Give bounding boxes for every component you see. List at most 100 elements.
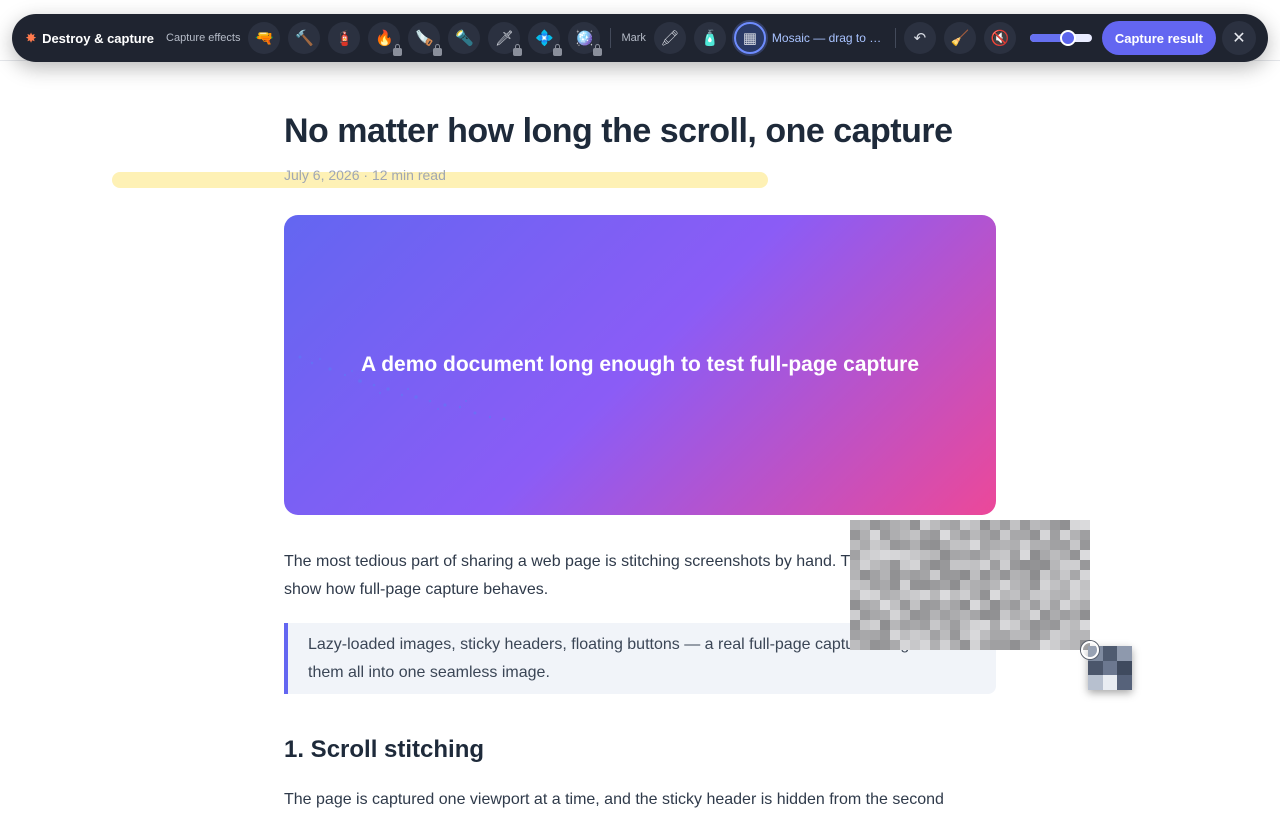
mosaic-cell [850, 600, 860, 610]
mosaic-cell [1060, 530, 1070, 540]
mosaic-cell [930, 610, 940, 620]
mosaic-cell [900, 520, 910, 530]
broom-button[interactable]: 🧹 [943, 22, 976, 54]
mosaic-cell [1030, 580, 1040, 590]
mosaic-cell [1070, 530, 1080, 540]
mosaic-cell [1010, 630, 1020, 640]
flamethrower-tool-button[interactable]: 🔥 [368, 22, 403, 56]
chainsaw-tool-button[interactable]: 🪚 [408, 22, 443, 56]
mosaic-cell [970, 570, 980, 580]
mosaic-cell [1070, 610, 1080, 620]
mosaic-cell [1070, 520, 1080, 530]
mosaic-cell [1010, 600, 1020, 610]
slider-thumb[interactable] [1060, 30, 1077, 46]
mosaic-cell [850, 630, 860, 640]
brush-size-slider[interactable] [1029, 30, 1092, 46]
mosaic-cell [870, 550, 880, 560]
mosaic-cell [880, 590, 890, 600]
mosaic-cell [960, 620, 970, 630]
mosaic-cell [860, 600, 870, 610]
undo-button[interactable]: ↶ [903, 22, 936, 54]
mosaic-cell [1020, 640, 1030, 650]
mosaic-cell [930, 570, 940, 580]
mosaic-cell [990, 640, 1000, 650]
mosaic-overlay [850, 520, 1090, 650]
mosaic-cell [1080, 580, 1090, 590]
undo-icon: ↶ [913, 30, 927, 47]
mosaic-cell [1000, 550, 1010, 560]
mosaic-cell [860, 550, 870, 560]
mosaic-cell [1050, 530, 1060, 540]
mosaic-cell [920, 630, 930, 640]
mosaic-cell [1060, 540, 1070, 550]
mosaic-cell [900, 580, 910, 590]
mosaic-cell [890, 560, 900, 570]
mosaic-cell [1020, 610, 1030, 620]
laser-tool-button[interactable]: 🔦 [448, 22, 481, 54]
mosaic-cell [950, 560, 960, 570]
mosaic-cell [900, 600, 910, 610]
mosaic-cell [1060, 560, 1070, 570]
spray-tool-button[interactable]: 🧴 [693, 22, 726, 54]
mosaic-cell [1040, 590, 1050, 600]
mosaic-tool-button[interactable]: ▦ [733, 22, 766, 54]
ray-tool-button[interactable]: 🪩 [568, 22, 603, 56]
mosaic-cell [980, 550, 990, 560]
mosaic-cell [970, 540, 980, 550]
mosaic-cell [1030, 570, 1040, 580]
hammer-tool-button[interactable]: 🔨 [288, 22, 321, 54]
mosaic-cell [960, 540, 970, 550]
mosaic-cell [920, 620, 930, 630]
mosaic-cell [950, 530, 960, 540]
plasma-tool-button[interactable]: 💠 [528, 22, 563, 56]
mosaic-cell [990, 590, 1000, 600]
close-icon[interactable]: ✕ [1222, 21, 1256, 55]
mosaic-cell [1010, 550, 1020, 560]
mute-icon: 🔇 [990, 30, 1010, 47]
mosaic-cell [980, 610, 990, 620]
gun-tool-button[interactable]: 🔫 [248, 22, 281, 54]
mosaic-cell [920, 550, 930, 560]
mosaic-cell [1020, 620, 1030, 630]
mosaic-cell [1010, 540, 1020, 550]
plasma-tool-icon: 💠 [535, 30, 554, 47]
capture-result-button[interactable]: Capture result [1101, 21, 1216, 55]
mosaic-cell [1050, 560, 1060, 570]
mosaic-cell [960, 590, 970, 600]
mosaic-cell [1050, 550, 1060, 560]
mosaic-cell [860, 610, 870, 620]
mosaic-cell [930, 620, 940, 630]
mosaic-cell [890, 580, 900, 590]
mosaic-cell [1080, 590, 1090, 600]
mosaic-cell [940, 600, 950, 610]
page-title: No matter how long the scroll, one captu… [284, 112, 953, 150]
rifle-tool-button[interactable]: 🗡 [488, 22, 523, 56]
mosaic-cell [1000, 600, 1010, 610]
mosaic-cell [910, 590, 920, 600]
mosaic-cell [1080, 620, 1090, 630]
mosaic-cell [990, 550, 1000, 560]
mosaic-cell [1030, 600, 1040, 610]
mosaic-cell [960, 550, 970, 560]
mosaic-cell [1010, 570, 1020, 580]
highlighter-tool-button[interactable]: 🖍 [653, 22, 686, 54]
mosaic-cell [900, 570, 910, 580]
capture-toolbar: ✸ Destroy & capture Capture effects 🔫 🔨 🧯 🔥… [12, 14, 1268, 62]
gun-tool-icon: 🔫 [255, 30, 274, 47]
explosion-icon: ✸ [26, 31, 37, 45]
mosaic-cell [890, 520, 900, 530]
mosaic-cell [1080, 520, 1090, 530]
mosaic-cell [1000, 560, 1010, 570]
mosaic-cell [1070, 640, 1080, 650]
mute-button[interactable]: 🔇 [983, 22, 1016, 54]
toolbar-divider [610, 28, 612, 48]
mosaic-cell [1010, 590, 1020, 600]
stamp-tool-button[interactable]: 🧯 [328, 22, 361, 54]
mosaic-cell [870, 600, 880, 610]
mosaic-cell [1010, 640, 1020, 650]
capture-effects-group: 🔫 🔨 🧯 🔥 🪚 🔦 🗡 💠 🪩 [240, 22, 603, 56]
mosaic-cell [870, 580, 880, 590]
mosaic-cell [1050, 630, 1060, 640]
lock-icon [513, 44, 523, 56]
mosaic-cell [860, 520, 870, 530]
